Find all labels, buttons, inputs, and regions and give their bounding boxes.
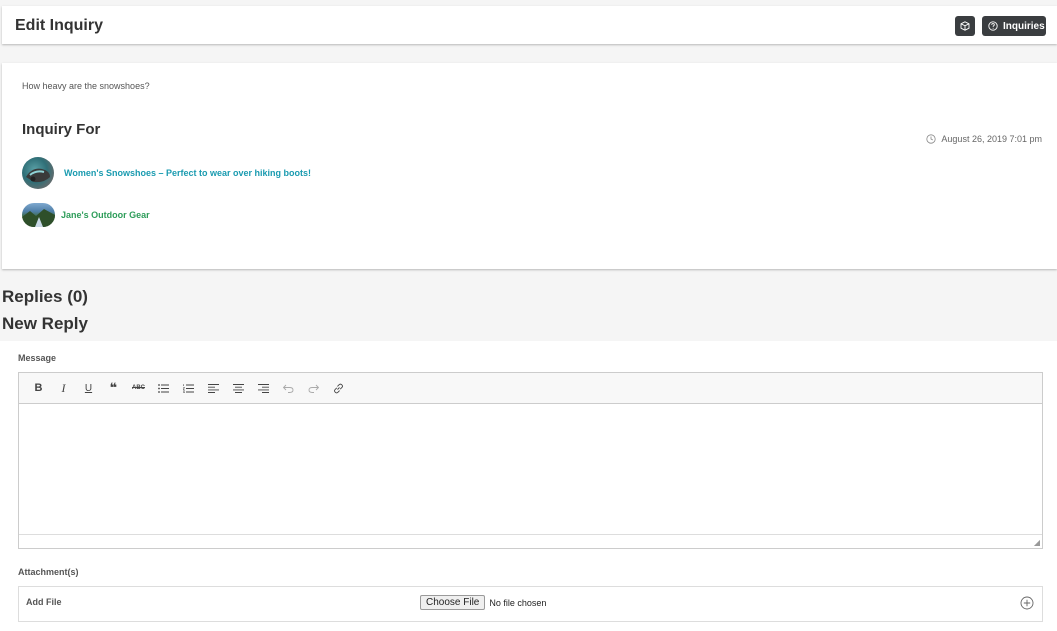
product-link[interactable]: Women's Snowshoes – Perfect to wear over… xyxy=(64,168,311,178)
choose-file-button[interactable]: Choose File xyxy=(420,595,486,610)
undo-icon xyxy=(283,384,294,393)
product-row: Women's Snowshoes – Perfect to wear over… xyxy=(22,157,311,189)
box-button[interactable] xyxy=(955,16,975,36)
align-right-button[interactable] xyxy=(251,378,276,398)
inquiry-date-text: August 26, 2019 7:01 pm xyxy=(941,134,1042,144)
store-thumbnail[interactable] xyxy=(22,203,55,227)
inquiry-date: August 26, 2019 7:01 pm xyxy=(926,134,1042,144)
redo-button[interactable] xyxy=(301,378,326,398)
align-left-icon xyxy=(208,383,219,393)
message-label: Message xyxy=(18,353,57,363)
align-left-button[interactable] xyxy=(201,378,226,398)
new-reply-title: New Reply xyxy=(2,314,88,333)
numbered-list-icon xyxy=(183,383,194,393)
message-textarea[interactable] xyxy=(19,404,1042,534)
inquiries-label: Inquiries xyxy=(1003,20,1045,32)
italic-button[interactable]: I xyxy=(51,378,76,398)
resize-handle-icon[interactable]: ◢ xyxy=(1034,538,1040,547)
editor-statusbar: ◢ xyxy=(19,534,1042,548)
bullet-list-icon xyxy=(158,383,169,393)
no-file-text: No file chosen xyxy=(489,597,547,608)
align-center-button[interactable] xyxy=(226,378,251,398)
italic-icon: I xyxy=(61,380,66,395)
strikethrough-icon: ABC xyxy=(132,385,145,391)
store-row: Jane's Outdoor Gear xyxy=(22,203,150,227)
page-title: Edit Inquiry xyxy=(15,17,103,34)
question-circle-icon xyxy=(988,21,998,31)
inquiry-for-heading: Inquiry For xyxy=(22,121,101,138)
strikethrough-button[interactable]: ABC xyxy=(126,378,151,398)
plus-circle-icon[interactable] xyxy=(1020,596,1034,610)
link-button[interactable] xyxy=(326,378,351,398)
undo-button[interactable] xyxy=(276,378,301,398)
blockquote-icon: ❝ xyxy=(109,380,118,396)
product-thumbnail[interactable] xyxy=(22,157,54,189)
file-input: Choose File No file chosen xyxy=(420,595,546,610)
box-icon xyxy=(960,21,970,31)
clock-icon xyxy=(926,134,937,144)
blockquote-button[interactable]: ❝ xyxy=(101,378,126,398)
page-header: Edit Inquiry Inquiries xyxy=(2,6,1057,44)
align-center-icon xyxy=(233,383,244,393)
replies-title: Replies (0) xyxy=(2,287,88,306)
bullet-list-button[interactable] xyxy=(151,378,176,398)
attachments-label: Attachment(s) xyxy=(18,567,79,577)
inquiries-button[interactable]: Inquiries xyxy=(982,16,1046,36)
bold-icon: B xyxy=(34,382,43,394)
numbered-list-button[interactable] xyxy=(176,378,201,398)
store-link[interactable]: Jane's Outdoor Gear xyxy=(61,210,150,220)
underline-button[interactable]: U xyxy=(76,378,101,398)
add-file-label: Add File xyxy=(26,597,62,607)
reply-form: Message B I U ❝ ABC ◢ Attachment(s) Add … xyxy=(0,341,1057,631)
inquiry-card: How heavy are the snowshoes? Inquiry For… xyxy=(2,63,1057,269)
attachment-row: Add File Choose File No file chosen xyxy=(18,586,1043,622)
bold-button[interactable]: B xyxy=(26,378,51,398)
redo-icon xyxy=(308,384,319,393)
message-editor: B I U ❝ ABC ◢ xyxy=(18,372,1043,549)
inquiry-question: How heavy are the snowshoes? xyxy=(22,81,150,91)
link-icon xyxy=(333,383,344,394)
editor-toolbar: B I U ❝ ABC xyxy=(19,373,1042,404)
align-right-icon xyxy=(258,383,269,393)
underline-icon: U xyxy=(84,382,93,394)
